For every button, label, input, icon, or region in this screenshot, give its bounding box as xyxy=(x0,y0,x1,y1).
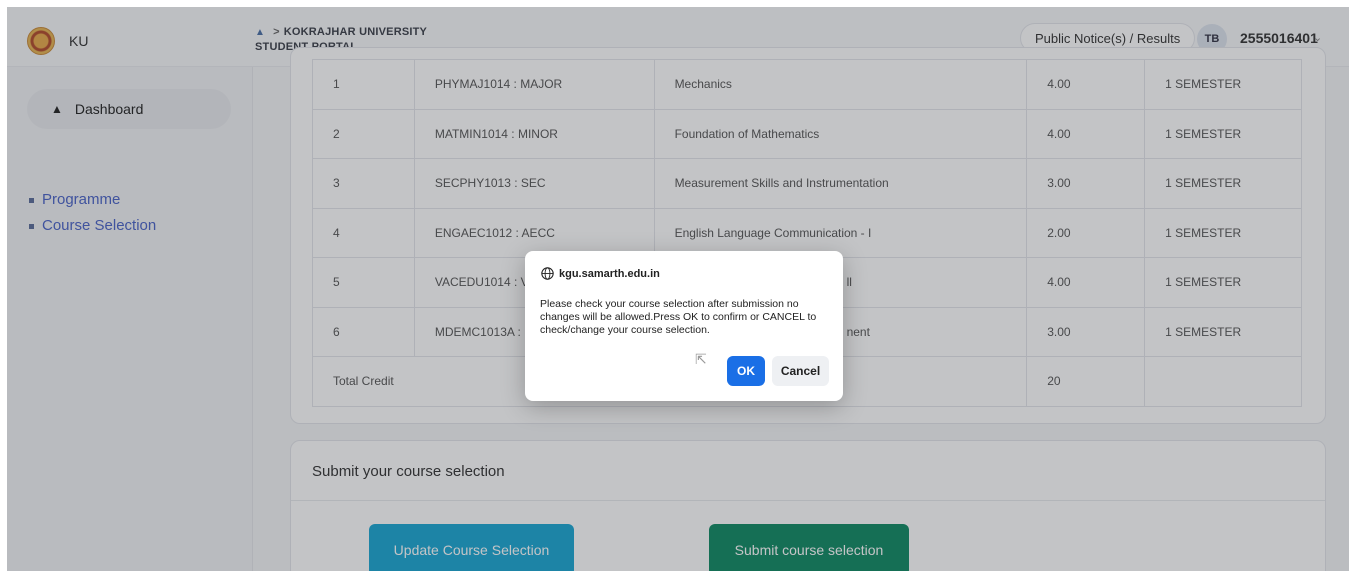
mouse-cursor-icon: ⇱ xyxy=(695,351,707,367)
app-window: KU ▲>KOKRAJHAR UNIVERSITY STUDENT PORTAL… xyxy=(7,7,1349,571)
confirm-dialog: kgu.samarth.edu.in Please check your cou… xyxy=(525,251,843,401)
dialog-message: Please check your course selection after… xyxy=(540,298,817,336)
dialog-origin: kgu.samarth.edu.in xyxy=(541,267,660,280)
ok-button[interactable]: OK xyxy=(727,356,765,386)
cancel-button[interactable]: Cancel xyxy=(772,356,829,386)
globe-icon xyxy=(541,267,554,280)
dialog-origin-text: kgu.samarth.edu.in xyxy=(559,267,660,280)
